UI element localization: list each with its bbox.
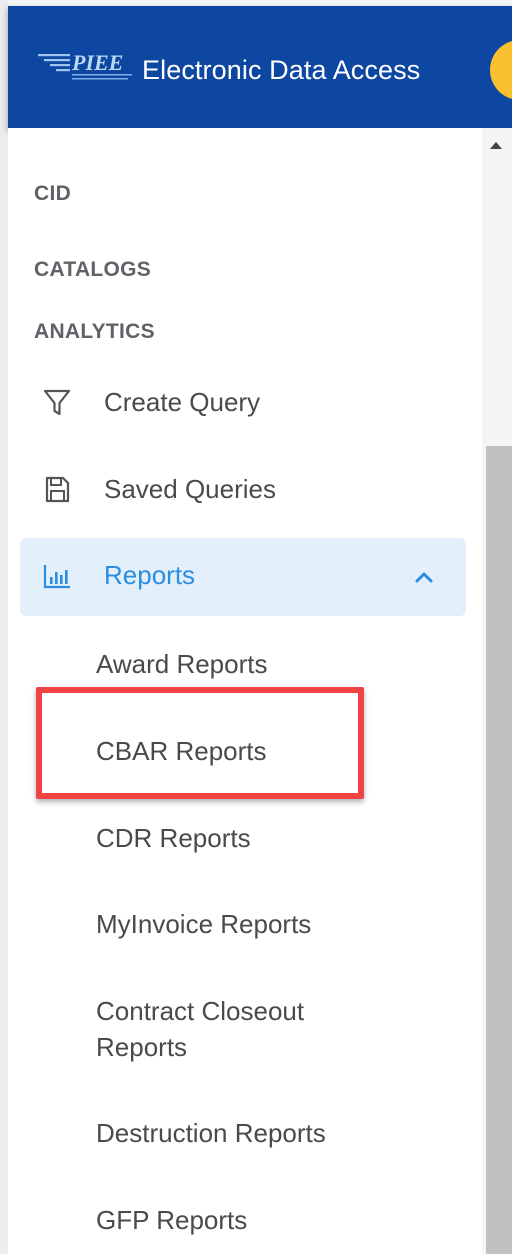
piee-logo[interactable]: PIEE <box>36 48 136 90</box>
sidebar-item-label: Create Query <box>104 387 261 417</box>
sidebar-subitem-contract-closeout-reports[interactable]: Contract Closeout Reports <box>96 993 396 1065</box>
filter-icon <box>42 387 72 419</box>
sidebar-nav: CID CATALOGS ANALYTICS Create Query Save… <box>8 128 482 1254</box>
sidebar-subitem-myinvoice-reports[interactable]: MyInvoice Reports <box>96 906 311 942</box>
bar-chart-icon <box>42 560 72 592</box>
sidebar-subitem-cbar-reports[interactable]: CBAR Reports <box>96 733 267 769</box>
app-title: Electronic Data Access <box>142 55 421 85</box>
window-gutter <box>0 0 8 1254</box>
sidebar-item-reports[interactable]: Reports <box>20 538 466 616</box>
sidebar-scrollbar[interactable] <box>482 128 512 1254</box>
piee-logo-icon: PIEE <box>38 50 132 80</box>
logo-text: PIEE <box>71 50 123 75</box>
chevron-up-icon[interactable] <box>412 565 436 589</box>
section-cid[interactable]: CID <box>34 182 71 206</box>
app-header: PIEE Electronic Data Access <box>8 6 512 128</box>
sidebar-item-label: Saved Queries <box>104 474 276 504</box>
section-analytics[interactable]: ANALYTICS <box>34 320 155 344</box>
scrollbar-thumb[interactable] <box>486 446 512 1254</box>
page: PIEE Electronic Data Access CID CATALOGS… <box>0 0 512 1254</box>
scroll-up-arrow-icon[interactable] <box>490 142 502 149</box>
sidebar-item-create-query[interactable]: Create Query <box>20 365 466 443</box>
sidebar-item-saved-queries[interactable]: Saved Queries <box>20 452 466 530</box>
save-icon <box>42 474 72 506</box>
sidebar-item-label: Reports <box>104 560 196 590</box>
sidebar-subitem-gfp-reports[interactable]: GFP Reports <box>96 1202 247 1238</box>
user-avatar[interactable] <box>490 40 512 100</box>
sidebar-subitem-award-reports[interactable]: Award Reports <box>96 646 268 682</box>
sidebar-subitem-destruction-reports[interactable]: Destruction Reports <box>96 1115 326 1151</box>
section-catalogs[interactable]: CATALOGS <box>34 258 151 282</box>
sidebar-subitem-cdr-reports[interactable]: CDR Reports <box>96 820 251 856</box>
